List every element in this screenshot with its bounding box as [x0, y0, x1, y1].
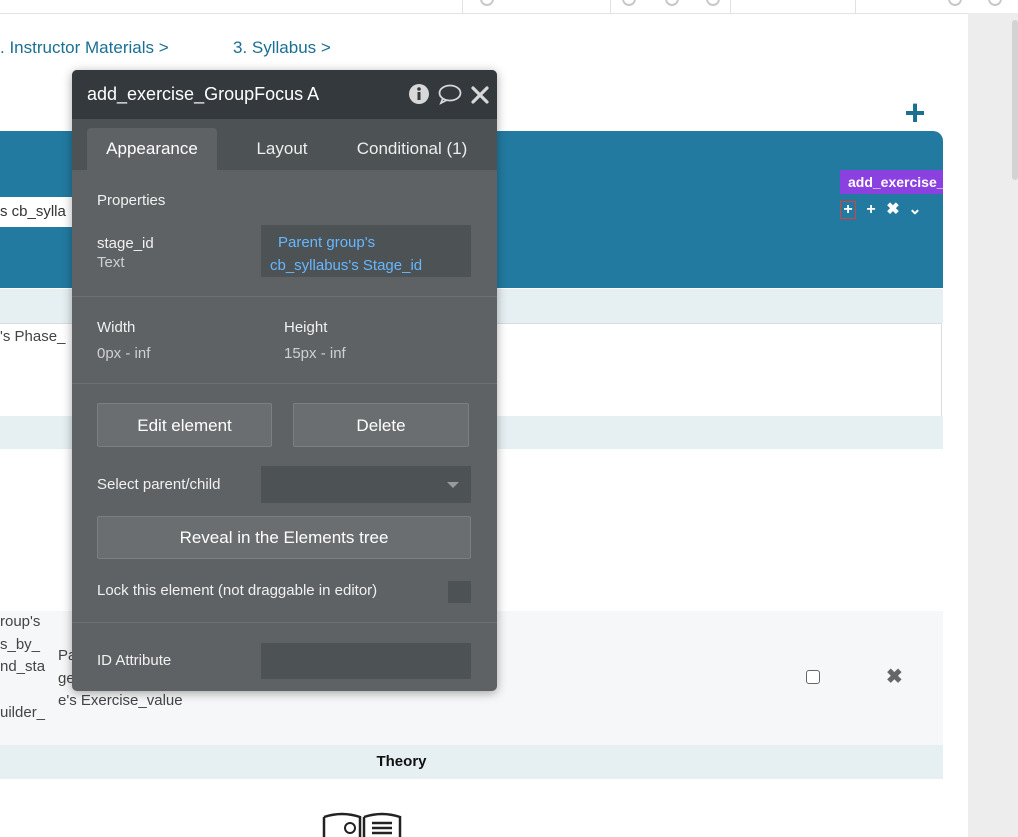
scrollbar-thumb[interactable] — [1012, 20, 1018, 180]
properties-heading: Properties — [97, 192, 166, 209]
info-icon[interactable] — [408, 83, 430, 105]
property-name: stage_id — [97, 235, 154, 252]
reveal-elements-tree-button[interactable]: Reveal in the Elements tree — [97, 516, 471, 559]
toolbar-divider — [610, 0, 611, 13]
lock-element-label: Lock this element (not draggable in edit… — [97, 582, 378, 599]
toolbar-icon[interactable] — [480, 0, 494, 6]
height-label: Height — [284, 319, 328, 336]
edit-element-button[interactable]: Edit element — [97, 403, 272, 447]
property-editor-dialog: add_exercise_GroupFocus A Appearance Lay… — [72, 70, 497, 691]
toolbar-icon[interactable] — [665, 0, 679, 6]
chevron-down-icon — [447, 482, 459, 488]
property-value-expression[interactable]: Parent group's cb_syllabus's Stage_id — [261, 225, 471, 277]
top-toolbar — [0, 0, 1002, 14]
toolbar-icon[interactable] — [948, 0, 962, 6]
cell-text: uilder_ — [0, 704, 46, 721]
height-value: 15px - inf — [284, 345, 346, 362]
dialog-header[interactable]: add_exercise_GroupFocus A — [72, 70, 497, 119]
plus-icon[interactable]: + — [840, 201, 856, 219]
close-icon[interactable]: ✖ — [886, 664, 903, 689]
width-label: Width — [97, 319, 136, 336]
divider — [72, 622, 497, 623]
delete-button[interactable]: Delete — [293, 403, 469, 447]
add-section-plus-icon[interactable]: + — [900, 95, 930, 131]
theory-label: Theory — [376, 753, 427, 770]
divider — [72, 383, 497, 384]
close-icon[interactable] — [470, 83, 490, 105]
toolbar-divider — [462, 0, 463, 13]
id-attribute-label: ID Attribute — [97, 652, 172, 669]
book-icon — [322, 812, 402, 837]
expression-line: cb_syllabus's Stage_id — [270, 257, 423, 274]
chevron-down-icon[interactable]: ⌄ — [904, 200, 926, 220]
tab-appearance[interactable]: Appearance — [87, 128, 217, 170]
id-attribute-input[interactable] — [261, 643, 471, 679]
cell-text: roup's — [0, 613, 41, 630]
comment-icon[interactable] — [438, 83, 462, 105]
expression-line: Parent group's — [278, 234, 376, 251]
toolbar-divider — [855, 0, 856, 13]
row-checkbox[interactable] — [806, 670, 820, 684]
breadcrumb-syllabus[interactable]: 3. Syllabus > — [233, 38, 331, 58]
phase-text: 's Phase_ — [0, 328, 66, 345]
selected-element-tag[interactable]: add_exercise_ — [840, 170, 943, 194]
tab-conditional[interactable]: Conditional (1) — [347, 128, 477, 170]
property-type: Text — [97, 254, 125, 271]
cell-text: s_by_ — [0, 636, 41, 653]
toolbar-icon[interactable] — [988, 0, 1002, 6]
dialog-tabs: Appearance Layout Conditional (1) — [72, 119, 497, 170]
theory-header: Theory — [0, 745, 943, 779]
toolbar-icon[interactable] — [706, 0, 720, 6]
select-parent-label: Select parent/child — [97, 476, 221, 493]
select-parent-dropdown[interactable] — [261, 466, 471, 503]
cell-text: nd_sta — [0, 658, 46, 675]
lock-element-checkbox[interactable] — [448, 581, 471, 603]
scroll-gutter — [968, 13, 1018, 837]
plus-icon[interactable]: + — [860, 200, 882, 220]
dialog-title: add_exercise_GroupFocus A — [87, 84, 320, 104]
tab-layout[interactable]: Layout — [232, 128, 332, 170]
divider — [72, 296, 497, 297]
breadcrumb-instructor-materials[interactable]: . Instructor Materials > — [0, 38, 169, 58]
exercise-value-text: e's Exercise_value — [58, 692, 183, 709]
close-icon[interactable]: ✖ — [882, 200, 904, 220]
toolbar-divider — [730, 0, 731, 13]
element-mini-toolbar: + + ✖ ⌄ — [840, 200, 926, 220]
width-value: 0px - inf — [97, 345, 151, 362]
toolbar-icon[interactable] — [622, 0, 636, 6]
